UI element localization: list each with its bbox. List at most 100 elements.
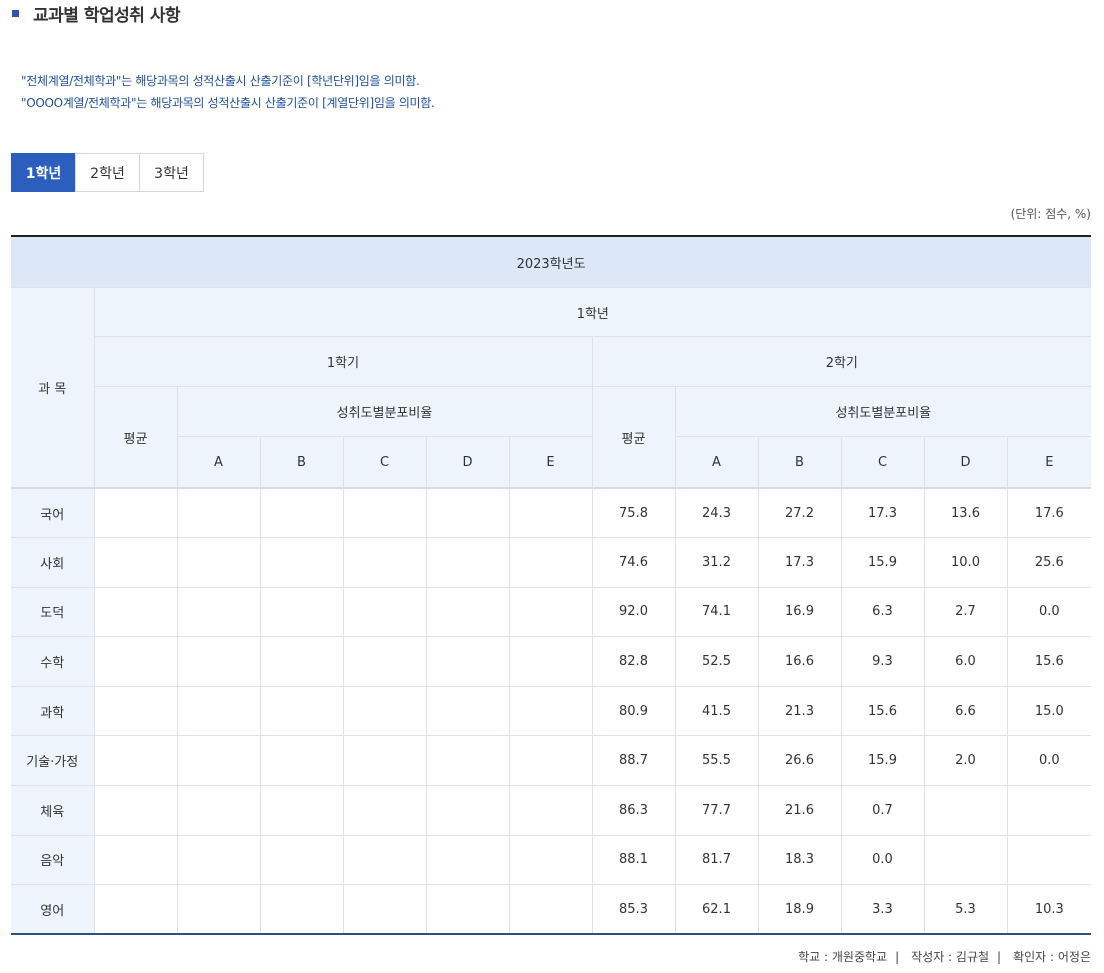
distribution-cell: 27.2 <box>757 487 842 539</box>
distribution-cell <box>176 884 261 935</box>
distribution-cell <box>508 785 593 836</box>
level-header: E <box>1006 436 1092 489</box>
subject-cell: 음악 <box>11 834 95 886</box>
distribution-cell <box>425 537 510 588</box>
distribution-cell: 3.3 <box>840 884 925 935</box>
distribution-cell: 18.9 <box>757 884 842 935</box>
distribution-cell <box>342 586 427 638</box>
footer-author: 작성자 : 김규철 <box>911 950 990 964</box>
distribution-cell <box>259 735 344 787</box>
average-cell <box>93 884 178 935</box>
distribution-cell <box>508 586 593 638</box>
distribution-cell <box>425 636 510 687</box>
distribution-cell <box>342 884 427 935</box>
footer-separator: | <box>895 949 900 964</box>
distribution-cell: 55.5 <box>674 735 759 787</box>
average-cell: 82.8 <box>591 636 676 687</box>
distribution-cell: 31.2 <box>674 537 759 588</box>
average-cell <box>93 834 178 886</box>
tab-grade-3[interactable]: 3학년 <box>139 153 204 192</box>
distribution-cell <box>342 537 427 588</box>
distribution-cell: 13.6 <box>923 487 1008 539</box>
average-cell: 88.1 <box>591 834 676 886</box>
table-row: 음악 88.1 81.7 18.3 0.0 <box>11 834 1092 886</box>
average-cell: 92.0 <box>591 586 676 638</box>
distribution-cell <box>259 636 344 687</box>
distribution-cell <box>508 487 593 539</box>
footer-school: 학교 : 개원중학교 <box>798 950 888 964</box>
distribution-cell: 26.6 <box>757 735 842 787</box>
distribution-cell <box>425 785 510 836</box>
distribution-cell <box>259 586 344 638</box>
average-cell <box>93 735 178 787</box>
distribution-cell <box>259 487 344 539</box>
average-cell <box>93 685 178 737</box>
distribution-cell: 6.3 <box>840 586 925 638</box>
table-row: 영어 85.3 62.1 18.9 3.3 5.3 10.3 <box>11 884 1092 935</box>
distribution-cell <box>425 884 510 935</box>
distribution-header: 성취도별분포비율 <box>674 386 1092 437</box>
subject-cell: 과학 <box>11 685 95 737</box>
distribution-cell: 15.6 <box>1006 636 1092 687</box>
level-header: C <box>342 436 427 489</box>
subject-cell: 사회 <box>11 537 95 588</box>
note-line: "OOOO계열/전체학과"는 해당과목의 성적산출시 산출기준이 [계열단위]임… <box>21 96 435 110</box>
subject-cell: 도덕 <box>11 586 95 638</box>
distribution-cell: 81.7 <box>674 834 759 886</box>
tab-grade-1[interactable]: 1학년 <box>11 153 76 192</box>
distribution-cell: 6.0 <box>923 636 1008 687</box>
grade-header: 1학년 <box>93 287 1092 337</box>
distribution-cell <box>259 884 344 935</box>
distribution-cell: 62.1 <box>674 884 759 935</box>
subject-cell: 영어 <box>11 884 95 935</box>
distribution-cell: 41.5 <box>674 685 759 737</box>
notes: "전체계열/전체학과"는 해당과목의 성적산출시 산출기준이 [학년단위]임을 … <box>21 70 435 114</box>
average-cell <box>93 785 178 836</box>
distribution-cell: 17.6 <box>1006 487 1092 539</box>
tab-grade-2[interactable]: 2학년 <box>75 153 140 192</box>
distribution-cell <box>259 685 344 737</box>
table-row: 국어 75.8 24.3 27.2 17.3 13.6 17.6 <box>11 487 1092 539</box>
distribution-cell: 10.0 <box>923 537 1008 588</box>
distribution-cell: 0.0 <box>840 834 925 886</box>
distribution-cell <box>425 834 510 886</box>
distribution-cell <box>425 487 510 539</box>
distribution-cell: 74.1 <box>674 586 759 638</box>
distribution-cell: 24.3 <box>674 487 759 539</box>
distribution-cell <box>176 537 261 588</box>
distribution-cell <box>342 834 427 886</box>
subject-cell: 체육 <box>11 785 95 836</box>
distribution-cell <box>342 636 427 687</box>
distribution-cell <box>508 735 593 787</box>
distribution-cell: 15.0 <box>1006 685 1092 737</box>
footer-checker: 확인자 : 어정은 <box>1013 950 1091 964</box>
distribution-cell <box>508 884 593 935</box>
table-row: 체육 86.3 77.7 21.6 0.7 <box>11 785 1092 836</box>
distribution-cell <box>176 487 261 539</box>
level-header: C <box>840 436 925 489</box>
average-cell: 80.9 <box>591 685 676 737</box>
distribution-cell <box>508 636 593 687</box>
distribution-cell <box>176 735 261 787</box>
average-cell <box>93 487 178 539</box>
average-cell: 75.8 <box>591 487 676 539</box>
distribution-cell: 17.3 <box>757 537 842 588</box>
average-cell: 74.6 <box>591 537 676 588</box>
distribution-cell <box>1006 785 1092 836</box>
unit-label: (단위: 점수, %) <box>1010 207 1091 221</box>
distribution-cell <box>923 834 1008 886</box>
distribution-cell <box>259 537 344 588</box>
level-header: D <box>425 436 510 489</box>
distribution-cell: 17.3 <box>840 487 925 539</box>
distribution-header: 성취도별분포비율 <box>176 386 593 437</box>
average-cell: 85.3 <box>591 884 676 935</box>
distribution-cell: 16.6 <box>757 636 842 687</box>
grades-body: 국어 75.8 24.3 27.2 17.3 13.6 17.6 사회 74.6 31.2 17.3… <box>11 487 1092 935</box>
table-row: 기술·가정 88.7 55.5 26.6 15.9 2.0 0.0 <box>11 735 1092 787</box>
distribution-cell: 0.0 <box>1006 586 1092 638</box>
average-header: 평균 <box>591 386 676 489</box>
grades-table: 2023학년도 과 목 1학년 1학기 2학기 평균 성취도별분포비율 평균 성… <box>11 235 1092 936</box>
average-cell: 88.7 <box>591 735 676 787</box>
distribution-cell: 77.7 <box>674 785 759 836</box>
distribution-cell <box>508 537 593 588</box>
